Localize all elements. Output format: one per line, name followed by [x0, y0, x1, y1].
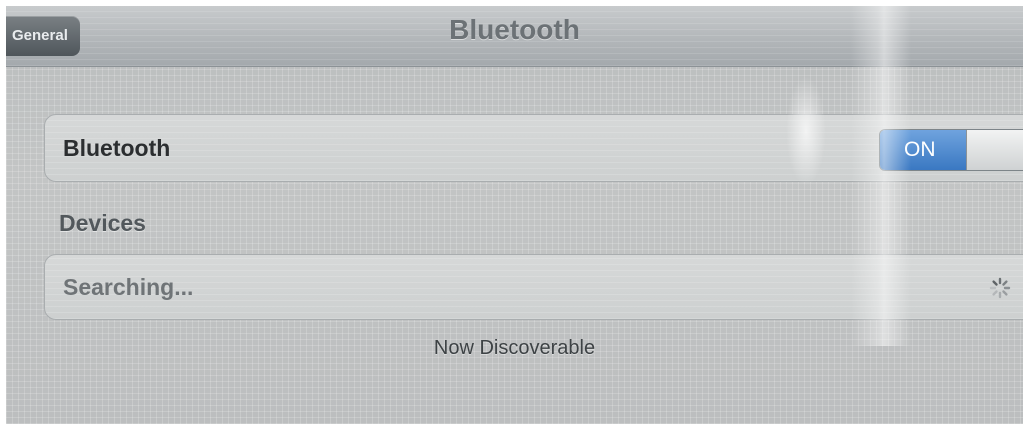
discoverable-status-text: Now Discoverable [433, 337, 596, 359]
bluetooth-row-label: Bluetooth [63, 135, 171, 161]
toggle-on-label: ON [880, 130, 966, 170]
bluetooth-toggle-switch[interactable]: ON [879, 129, 1023, 171]
bluetooth-settings-group: Bluetooth ON [44, 114, 1023, 182]
toggle-knob [966, 130, 1023, 170]
navigation-bar: General Bluetooth [6, 6, 1023, 67]
page-title: Bluetooth [449, 14, 580, 45]
devices-group: Searching... [44, 254, 1023, 320]
devices-section-header: Devices [59, 210, 146, 236]
activity-spinner-icon [989, 277, 1011, 299]
settings-screen: General Bluetooth Bluetooth ON Devices S… [6, 6, 1023, 424]
searching-status-label: Searching... [63, 274, 194, 300]
